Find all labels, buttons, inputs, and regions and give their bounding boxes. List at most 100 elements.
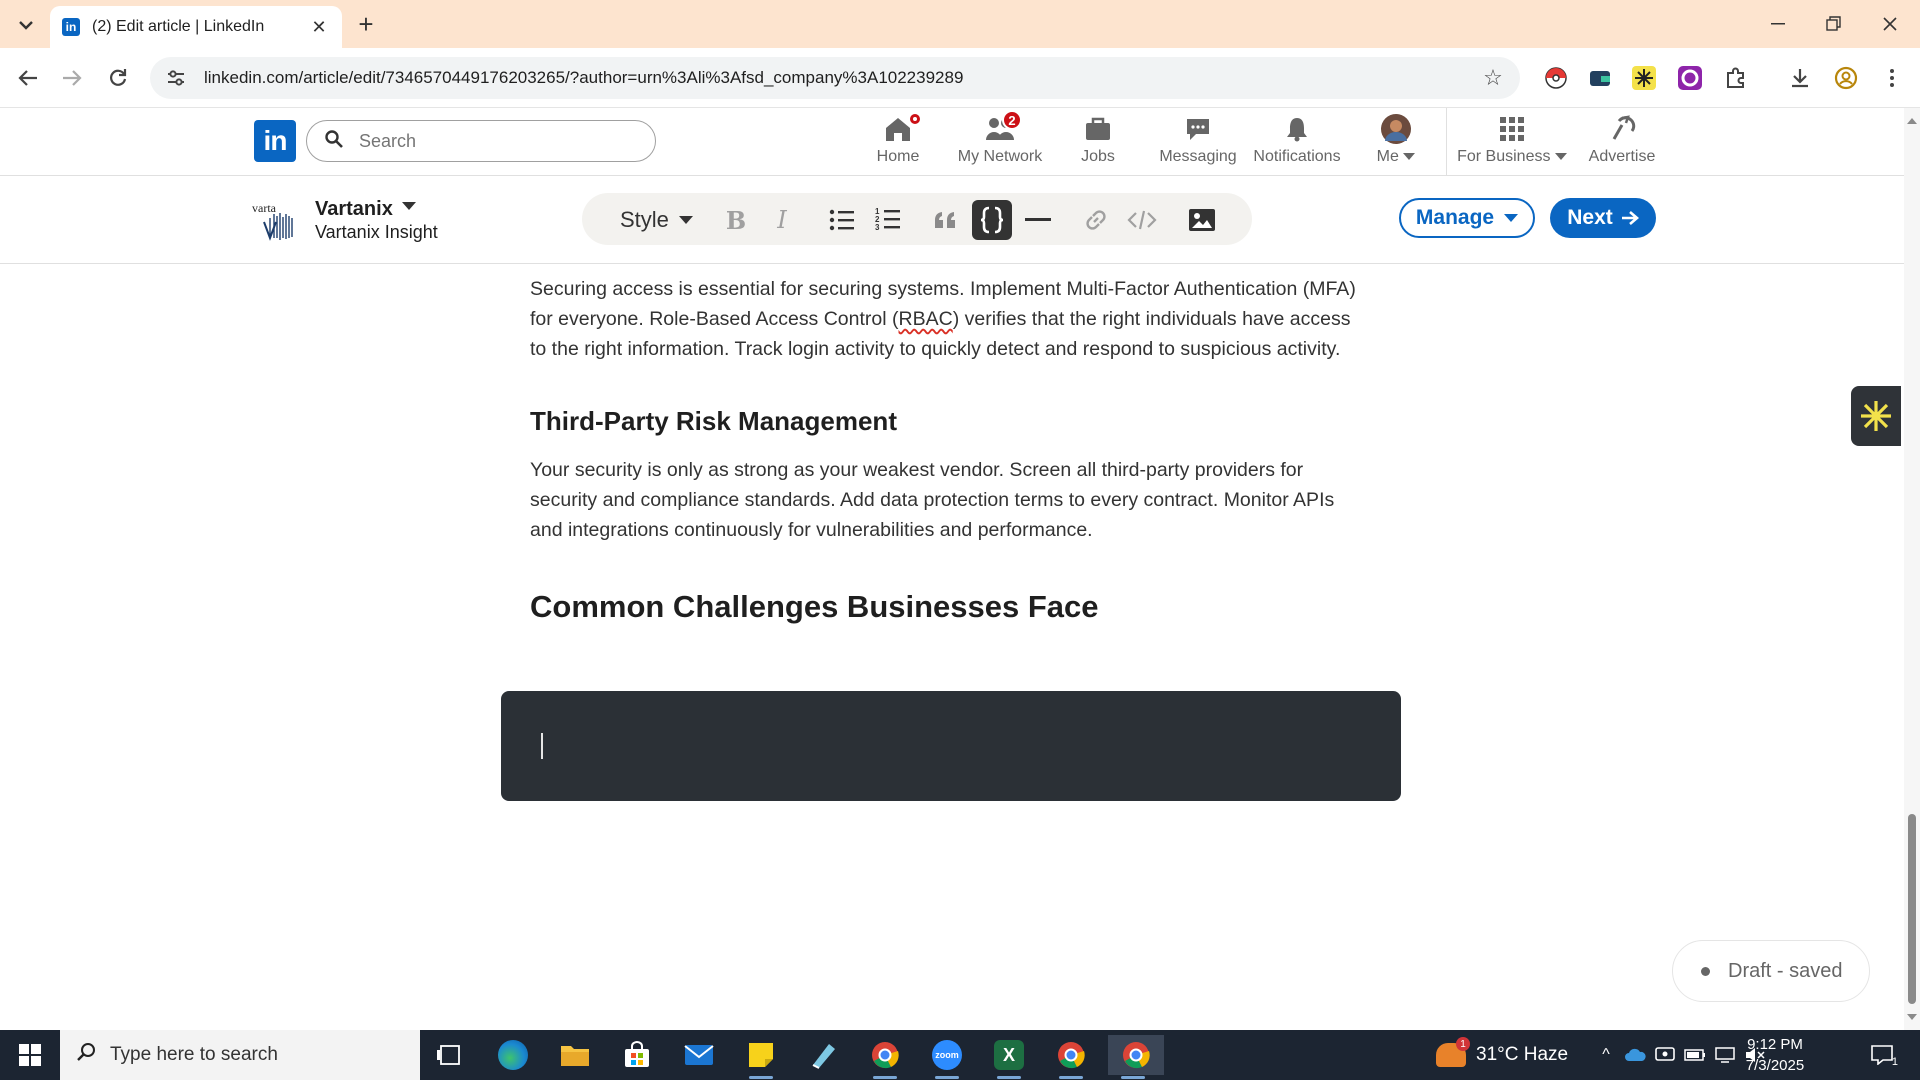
nav-notifications[interactable]: Notifications <box>1253 114 1341 174</box>
taskbar-chrome-3[interactable] <box>1108 1035 1164 1079</box>
nav-jobs[interactable]: Jobs <box>1080 114 1116 174</box>
reload-button[interactable] <box>102 62 134 94</box>
nav-my-network-label: My Network <box>957 148 1043 165</box>
address-bar[interactable]: linkedin.com/article/edit/73465704491762… <box>150 57 1520 99</box>
notification-center-button[interactable]: 1 <box>1862 1040 1902 1070</box>
sparkle-side-widget[interactable] <box>1851 386 1901 446</box>
link-button[interactable] <box>1076 200 1116 240</box>
chrome-icon <box>1058 1042 1085 1069</box>
italic-button[interactable]: I <box>762 200 802 240</box>
code-block-editor[interactable] <box>501 691 1401 801</box>
pokeball-extension-icon[interactable] <box>1542 64 1570 92</box>
show-hidden-icons-icon[interactable]: ^ <box>1592 1046 1620 1064</box>
taskbar-zoom[interactable]: zoom <box>922 1035 972 1079</box>
onedrive-cloud-icon[interactable] <box>1620 1048 1650 1062</box>
search-icon <box>76 1042 96 1068</box>
extensions-button[interactable] <box>1722 64 1750 92</box>
divider-button[interactable] <box>1018 200 1058 240</box>
folder-icon <box>561 1046 589 1066</box>
code-block-button[interactable] <box>972 200 1012 240</box>
insert-image-button[interactable] <box>1182 200 1222 240</box>
close-tab-icon[interactable]: ✕ <box>308 17 330 38</box>
quote-button[interactable] <box>926 200 966 240</box>
profile-button[interactable] <box>1832 64 1860 92</box>
taskbar-chrome-1[interactable] <box>860 1035 910 1079</box>
tab-search-menu-button[interactable] <box>12 12 40 38</box>
nav-messaging[interactable]: Messaging <box>1159 114 1237 174</box>
global-search-box[interactable] <box>306 120 656 162</box>
style-dropdown[interactable]: Style <box>620 207 693 233</box>
tune-icon <box>168 70 184 86</box>
taskbar-app-quill[interactable] <box>798 1035 848 1075</box>
linkedin-favicon-icon: in <box>62 18 80 36</box>
manage-button[interactable]: Manage <box>1399 198 1535 238</box>
battery-icon[interactable] <box>1680 1049 1710 1061</box>
back-button[interactable] <box>12 62 44 94</box>
new-tab-button[interactable]: + <box>352 9 380 39</box>
taskbar-edge[interactable] <box>488 1035 538 1075</box>
notification-count: 1 <box>1891 1056 1898 1068</box>
sparkle-extension-icon[interactable] <box>1630 64 1658 92</box>
ring-icon <box>1678 66 1702 90</box>
minimize-window-button[interactable] <box>1758 8 1798 40</box>
spellcheck-flagged-word[interactable]: RBAC <box>899 308 953 330</box>
wallet-extension-icon[interactable] <box>1586 64 1614 92</box>
restore-window-button[interactable] <box>1814 8 1854 40</box>
author-name[interactable]: Vartanix <box>315 198 393 221</box>
taskbar-store[interactable] <box>612 1035 662 1075</box>
nav-messaging-label: Messaging <box>1159 148 1237 165</box>
author-switch-caret-icon[interactable] <box>402 202 416 210</box>
draft-status: Draft - saved <box>1672 940 1870 1002</box>
nav-for-business-label: For Business <box>1457 148 1567 166</box>
taskbar-search-box[interactable]: Type here to search <box>60 1030 420 1080</box>
site-info-icon[interactable] <box>164 66 188 90</box>
nav-advertise-label: Advertise <box>1588 148 1656 165</box>
paragraph-third-party-risk[interactable]: Your security is only as strong as your … <box>530 455 1370 545</box>
company-logo[interactable]: varta <box>250 198 306 242</box>
grid-icon <box>1496 114 1528 144</box>
colorful-extension-icon[interactable] <box>1676 64 1704 92</box>
search-input[interactable] <box>359 130 619 152</box>
task-view-button[interactable] <box>424 1035 474 1075</box>
next-button[interactable]: Next <box>1550 198 1656 238</box>
article-content[interactable]: Securing access is essential for securin… <box>530 264 1370 625</box>
taskbar-excel[interactable]: X <box>984 1035 1034 1079</box>
curly-braces-icon <box>980 206 1004 234</box>
active-tab[interactable]: in (2) Edit article | LinkedIn ✕ <box>50 6 342 48</box>
taskbar-sticky-notes[interactable] <box>736 1035 786 1079</box>
taskbar-file-explorer[interactable] <box>550 1035 600 1075</box>
scroll-down-arrow-icon[interactable] <box>1907 1014 1917 1020</box>
excel-icon: X <box>994 1040 1024 1070</box>
bookmark-star-icon[interactable]: ☆ <box>1478 65 1508 91</box>
bold-button[interactable]: B <box>716 200 756 240</box>
bulleted-list-button[interactable] <box>822 200 862 240</box>
weather-widget[interactable]: 1 31°C Haze <box>1436 1030 1568 1080</box>
paragraph-access-control[interactable]: Securing access is essential for securin… <box>530 274 1370 364</box>
italic-icon: I <box>777 206 787 234</box>
scrollbar-thumb[interactable] <box>1908 814 1916 1004</box>
start-button[interactable] <box>0 1030 60 1080</box>
heading-third-party-risk[interactable]: Third-Party Risk Management <box>530 406 1370 437</box>
restore-icon <box>1826 16 1841 31</box>
taskbar-mail[interactable] <box>674 1035 724 1075</box>
nav-me[interactable]: Me <box>1374 114 1418 174</box>
link-icon <box>1086 210 1106 230</box>
scroll-up-arrow-icon[interactable] <box>1907 118 1917 124</box>
taskbar-chrome-2[interactable] <box>1046 1035 1096 1079</box>
nav-for-business[interactable]: For Business <box>1457 114 1567 174</box>
close-window-button[interactable] <box>1870 8 1910 40</box>
weather-haze-icon: 1 <box>1436 1037 1470 1067</box>
browser-menu-button[interactable] <box>1878 64 1906 92</box>
meet-now-icon[interactable] <box>1650 1047 1680 1063</box>
downloads-button[interactable] <box>1786 64 1814 92</box>
page-scrollbar[interactable] <box>1904 108 1920 1030</box>
linkedin-logo[interactable]: in <box>254 120 296 162</box>
embed-button[interactable] <box>1122 200 1162 240</box>
heading-common-challenges[interactable]: Common Challenges Businesses Face <box>530 589 1370 625</box>
nav-home[interactable]: Home <box>872 112 924 174</box>
nav-my-network[interactable]: 2 My Network <box>955 110 1045 174</box>
forward-button[interactable] <box>56 62 88 94</box>
nav-advertise[interactable]: Advertise <box>1582 114 1662 174</box>
taskbar-clock[interactable]: 9:12 PM 7/3/2025 <box>1720 1034 1830 1076</box>
numbered-list-button[interactable]: 123 <box>868 200 908 240</box>
